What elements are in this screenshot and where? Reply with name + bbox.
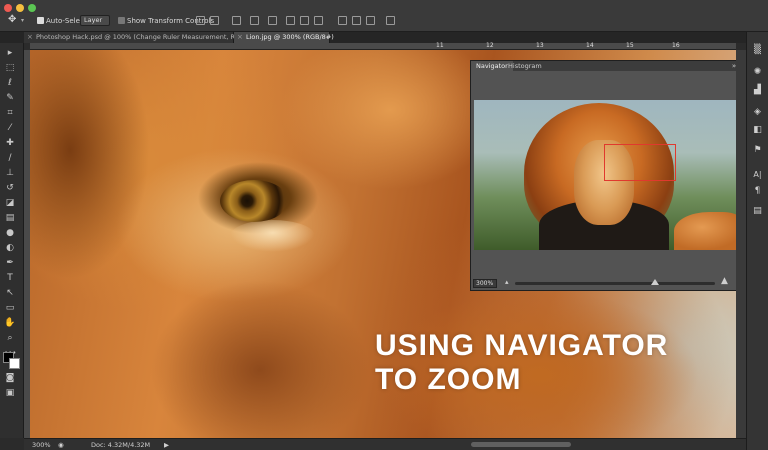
close-tab-icon[interactable]: × — [27, 32, 33, 43]
auto-select-checkbox[interactable] — [37, 17, 44, 24]
blur-tool-icon[interactable]: ● — [4, 227, 16, 239]
path-select-tool-icon[interactable]: ↖ — [4, 287, 16, 299]
align-bottom-icon[interactable] — [232, 16, 241, 25]
vertical-scrollbar[interactable] — [736, 50, 746, 438]
pen-tool-icon[interactable]: ✒ — [4, 257, 16, 269]
navigator-thumbnail[interactable] — [474, 100, 744, 250]
navigator-view-box[interactable] — [604, 144, 676, 181]
right-panel-dock: ▒ ✺ ▟ ◈ ◧ ⚑ A| ¶ ▤ — [746, 32, 768, 450]
ruler-label: 14 — [586, 42, 594, 49]
status-bar: 300% ◉ Doc: 4.32M/4.32M ▶ — [24, 438, 746, 450]
brush-tool-icon[interactable]: ∕ — [4, 152, 16, 164]
ruler-label: 15 — [626, 42, 634, 49]
status-doc-size: Doc: 4.32M/4.32M — [91, 441, 151, 449]
status-share-icon[interactable]: ◉ — [58, 440, 64, 450]
type-tool-icon[interactable]: T — [4, 272, 16, 284]
close-window-button[interactable] — [4, 4, 12, 12]
marquee-tool-icon[interactable]: ⬚ — [4, 62, 16, 74]
document-tab-bar: × Photoshop Hack.psd @ 100% (Change Rule… — [0, 32, 768, 43]
tab-label: Photoshop Hack.psd @ 100% (Change Ruler … — [36, 33, 257, 41]
navigator-panel: Navigator Histogram »≡ 300% ▴ ▲ — [470, 60, 746, 291]
options-bar: ✥ ▾ Auto-Select: Layer Show Transform Co… — [0, 0, 768, 32]
zoom-tool-icon[interactable]: ⌕ — [4, 332, 16, 344]
tab-photoshop-hack[interactable]: × Photoshop Hack.psd @ 100% (Change Rule… — [24, 32, 257, 43]
quick-mask-icon[interactable]: ◙ — [4, 372, 16, 384]
overlay-line-1: USING NAVIGATOR — [375, 329, 669, 362]
thumbnail-lion-paw — [674, 212, 744, 250]
auto-select-dropdown[interactable]: Layer — [80, 15, 110, 26]
show-transform-checkbox[interactable] — [118, 17, 125, 24]
tab-histogram[interactable]: Histogram — [503, 61, 547, 71]
hand-tool-icon[interactable]: ✋ — [4, 317, 16, 329]
minimize-window-button[interactable] — [16, 4, 24, 12]
move-tool-icon[interactable]: ▸ — [4, 47, 16, 59]
navigator-zoom-field[interactable]: 300% — [473, 279, 497, 288]
histogram-panel-icon[interactable]: ▟ — [751, 84, 764, 97]
status-zoom[interactable]: 300% — [32, 440, 51, 450]
ruler-label: 11 — [436, 42, 444, 49]
distribute-bottom-icon[interactable] — [314, 16, 323, 25]
navigator-tab-strip: Navigator Histogram »≡ — [471, 61, 745, 71]
history-brush-tool-icon[interactable]: ↺ — [4, 182, 16, 194]
zoom-window-button[interactable] — [28, 4, 36, 12]
gradient-tool-icon[interactable]: ▤ — [4, 212, 16, 224]
align-vcenter-icon[interactable] — [210, 16, 219, 25]
zoom-slider-knob[interactable] — [651, 279, 659, 285]
distribute-right-icon[interactable] — [366, 16, 375, 25]
zoom-out-mountain-icon[interactable]: ▴ — [505, 278, 509, 286]
tool-preset-chevron-icon[interactable]: ▾ — [21, 16, 24, 26]
healing-brush-tool-icon[interactable]: ✚ — [4, 137, 16, 149]
tab-lion[interactable]: × Lion.jpg @ 300% (RGB/8#) — [234, 32, 334, 43]
lion-eye — [220, 180, 288, 222]
paragraph-panel-icon[interactable]: ¶ — [751, 185, 764, 198]
align-hcenter-icon[interactable] — [268, 16, 277, 25]
crop-tool-icon[interactable]: ⌗ — [4, 107, 16, 119]
color-panel-icon[interactable]: ▒ — [751, 44, 764, 57]
eye-highlight — [230, 220, 315, 252]
distribute-hcenter-icon[interactable] — [352, 16, 361, 25]
clone-stamp-tool-icon[interactable]: ⊥ — [4, 167, 16, 179]
auto-align-icon[interactable] — [386, 16, 395, 25]
character-panel-icon[interactable]: A| — [751, 168, 764, 181]
status-menu-arrow-icon[interactable]: ▶ — [164, 440, 169, 450]
dodge-tool-icon[interactable]: ◐ — [4, 242, 16, 254]
cheek-shadow — [150, 280, 370, 438]
distribute-top-icon[interactable] — [286, 16, 295, 25]
shape-tool-icon[interactable]: ▭ — [4, 302, 16, 314]
zoom-in-mountain-icon[interactable]: ▲ — [721, 276, 728, 286]
tutorial-overlay-text: USING NAVIGATOR TO ZOOM — [375, 329, 668, 397]
navigator-zoom-slider[interactable] — [515, 279, 715, 285]
distribute-left-icon[interactable] — [338, 16, 347, 25]
background-color-swatch[interactable] — [9, 358, 20, 369]
overlay-line-2: TO ZOOM — [375, 363, 522, 396]
auto-select-value: Layer — [84, 16, 103, 24]
ruler-label: 12 — [486, 42, 494, 49]
styles-panel-icon[interactable]: ◈ — [751, 106, 764, 119]
align-left-icon[interactable] — [250, 16, 259, 25]
horizontal-scrollbar-thumb[interactable] — [471, 442, 571, 447]
screen-mode-icon[interactable]: ▣ — [4, 387, 16, 399]
tools-panel: ▸ ⬚ ℓ ✎ ⌗ ⁄ ✚ ∕ ⊥ ↺ ◪ ▤ ● ◐ ✒ T ↖ ▭ ✋ ⌕ … — [0, 43, 24, 438]
mane-shadow — [30, 50, 150, 280]
ruler-label: 13 — [536, 42, 544, 49]
properties-panel-icon[interactable]: ▤ — [751, 205, 764, 218]
move-tool-icon[interactable]: ✥ — [8, 15, 16, 25]
close-tab-icon[interactable]: × — [237, 32, 243, 43]
eyedropper-tool-icon[interactable]: ⁄ — [4, 122, 16, 134]
distribute-vcenter-icon[interactable] — [300, 16, 309, 25]
eraser-tool-icon[interactable]: ◪ — [4, 197, 16, 209]
ruler-label: 16 — [672, 42, 680, 49]
mane-highlight — [280, 50, 500, 190]
tab-label: Lion.jpg @ 300% (RGB/8#) — [246, 33, 334, 41]
quick-select-tool-icon[interactable]: ✎ — [4, 92, 16, 104]
swatches-panel-icon[interactable]: ✺ — [751, 66, 764, 79]
horizontal-ruler: 11 12 13 14 15 16 — [30, 42, 736, 50]
lasso-tool-icon[interactable]: ℓ — [4, 77, 16, 89]
align-top-icon[interactable] — [196, 16, 205, 25]
info-panel-icon[interactable]: ◧ — [751, 124, 764, 137]
layers-panel-icon[interactable]: ⚑ — [751, 144, 764, 157]
